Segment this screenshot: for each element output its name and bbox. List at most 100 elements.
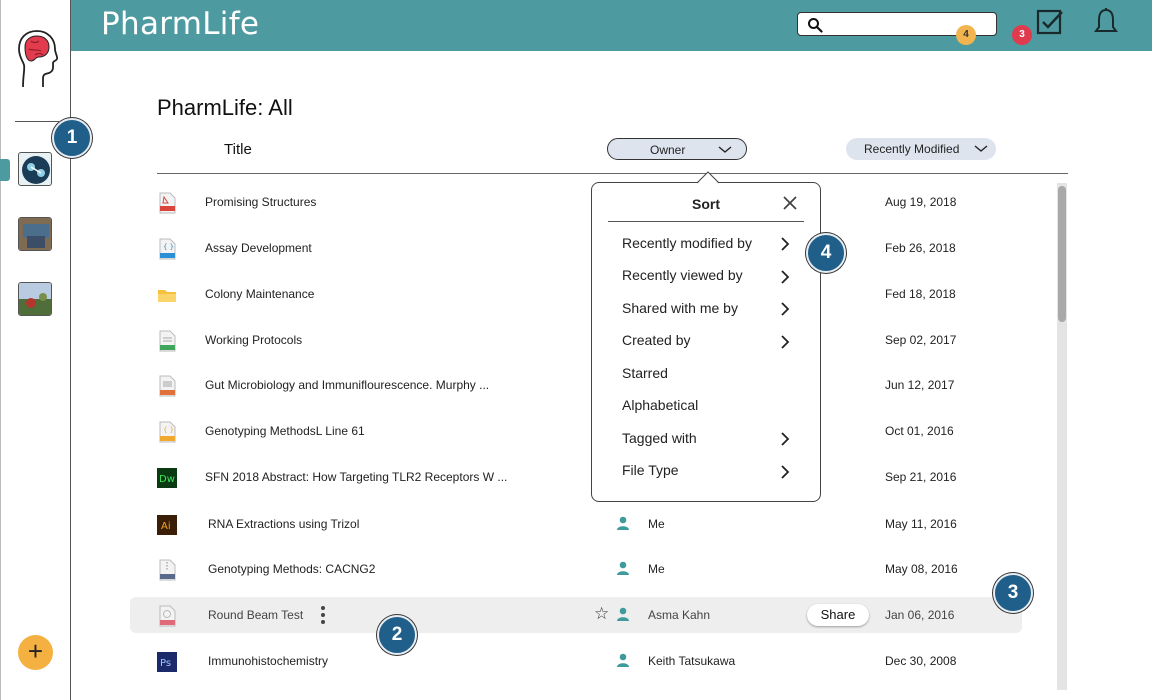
row-date: Feb 26, 2018 bbox=[885, 241, 956, 255]
row-title: Genotyping Methods: CACNG2 bbox=[208, 562, 376, 576]
svg-text:Dw: Dw bbox=[159, 474, 175, 485]
row-title: Colony Maintenance bbox=[205, 287, 315, 301]
star-icon[interactable]: ☆ bbox=[594, 605, 609, 623]
sort-option-recently-modified-by[interactable]: Recently modified by bbox=[622, 235, 752, 251]
top-header: PharmLife bbox=[71, 0, 1152, 51]
row-title: Promising Structures bbox=[205, 195, 317, 209]
svg-text:Ps: Ps bbox=[160, 658, 171, 669]
sort-option-file-type[interactable]: File Type bbox=[622, 462, 679, 478]
row-owner: Keith Tatsukawa bbox=[648, 654, 736, 668]
sort-dropdown[interactable]: Recently Modified bbox=[846, 138, 996, 160]
row-date: Jun 12, 2017 bbox=[885, 378, 955, 392]
table-row-hovered[interactable]: Round Beam Test ☆ Asma Kahn Share Jan 06… bbox=[130, 597, 1022, 633]
user-icon bbox=[617, 607, 629, 621]
sort-option-shared-with-me-by[interactable]: Shared with me by bbox=[622, 300, 738, 316]
title-column-header: Title bbox=[224, 141, 252, 158]
row-date: Dec 30, 2008 bbox=[885, 654, 957, 668]
table-row[interactable]: Colony Maintenance Fed 18, 2018 bbox=[130, 276, 1022, 312]
close-icon[interactable] bbox=[781, 194, 799, 212]
row-title: Round Beam Test bbox=[208, 608, 304, 622]
callout-marker-3: 3 bbox=[993, 573, 1033, 613]
photoshop-icon: Ps bbox=[157, 652, 177, 672]
head-brain-logo-icon bbox=[18, 30, 59, 88]
bell-icon[interactable] bbox=[1091, 7, 1121, 39]
workspace-outdoor-thumb[interactable] bbox=[18, 282, 52, 316]
popup-caret-icon bbox=[697, 171, 719, 184]
sort-popup: Sort Recently modified by Recently viewe… bbox=[591, 182, 821, 502]
css-file-icon: { } bbox=[159, 238, 176, 260]
callout-marker-1: 1 bbox=[52, 118, 92, 158]
row-date: Jan 06, 2016 bbox=[885, 608, 955, 622]
user-icon bbox=[617, 561, 629, 575]
chevron-down-icon bbox=[718, 146, 732, 153]
sort-dropdown-label: Recently Modified bbox=[864, 142, 960, 156]
table-row[interactable]: { } Assay Development Feb 26, 2018 bbox=[130, 230, 1022, 266]
row-title: Immunohistochemistry bbox=[208, 654, 329, 668]
ppt-file-icon bbox=[159, 375, 176, 397]
chevron-down-icon bbox=[974, 145, 988, 152]
share-button[interactable]: Share bbox=[807, 604, 869, 626]
row-title: SFN 2018 Abstract: How Targeting TLR2 Re… bbox=[205, 470, 508, 484]
chevron-right-icon bbox=[781, 335, 790, 349]
xls-file-icon bbox=[159, 330, 176, 352]
row-title: Gut Microbiology and Immuniflourescence.… bbox=[205, 378, 490, 392]
chevron-right-icon bbox=[781, 465, 790, 479]
table-row[interactable]: Ps Immunohistochemistry Keith Tatsukawa … bbox=[130, 643, 1022, 679]
table-row[interactable]: Promising Structures Aug 19, 2018 bbox=[130, 184, 1022, 220]
row-date: May 08, 2016 bbox=[885, 562, 958, 576]
chevron-right-icon bbox=[781, 237, 790, 251]
scrollbar-thumb[interactable] bbox=[1058, 186, 1066, 322]
user-icon bbox=[617, 516, 629, 530]
sort-option-created-by[interactable]: Created by bbox=[622, 332, 690, 348]
illustrator-icon: Ai bbox=[157, 515, 177, 535]
row-title: RNA Extractions using Trizol bbox=[208, 517, 360, 531]
row-date: Fed 18, 2018 bbox=[885, 287, 956, 301]
sort-option-starred[interactable]: Starred bbox=[622, 365, 668, 381]
chevron-right-icon bbox=[781, 302, 790, 316]
outdoor-photo-icon bbox=[19, 283, 51, 315]
header-divider bbox=[157, 173, 1068, 174]
svg-text:Ai: Ai bbox=[161, 521, 171, 532]
table-row[interactable]: Gut Microbiology and Immuniflourescence.… bbox=[130, 367, 1022, 403]
row-title: Working Protocols bbox=[205, 333, 303, 347]
row-owner: Me bbox=[648, 517, 665, 531]
row-date: Oct 01, 2016 bbox=[885, 424, 954, 438]
sort-option-alphabetical[interactable]: Alphabetical bbox=[622, 397, 698, 413]
molecule-icon bbox=[22, 156, 50, 184]
table-row[interactable]: Dw SFN 2018 Abstract: How Targeting TLR2… bbox=[130, 459, 1022, 495]
user-icon bbox=[617, 653, 629, 667]
zip-file-icon bbox=[159, 559, 176, 581]
owner-dropdown[interactable]: Owner bbox=[607, 138, 747, 160]
table-row[interactable]: Ai RNA Extractions using Trizol Me May 1… bbox=[130, 506, 1022, 542]
tasks-checkbox-icon[interactable] bbox=[1035, 8, 1065, 38]
folder-icon bbox=[158, 290, 176, 302]
app-title: PharmLife bbox=[101, 6, 260, 42]
workspace-molecule-thumb[interactable] bbox=[18, 152, 52, 186]
sort-option-tagged-with[interactable]: Tagged with bbox=[622, 430, 697, 446]
table-row[interactable]: { } Genotyping MethodsL Line 61 Oct 01, … bbox=[130, 413, 1022, 449]
tasks-count-badge: 4 bbox=[956, 25, 976, 45]
sort-option-recently-viewed-by[interactable]: Recently viewed by bbox=[622, 267, 743, 283]
lab-photo-icon bbox=[19, 218, 51, 250]
row-date: Aug 19, 2018 bbox=[885, 195, 957, 209]
table-row[interactable]: Working Protocols Sep 02, 2017 bbox=[130, 322, 1022, 358]
sort-popup-divider bbox=[608, 221, 804, 222]
row-owner: Asma Kahn bbox=[648, 608, 711, 622]
add-workspace-button[interactable]: + bbox=[18, 635, 53, 670]
workspace-lab-thumb[interactable] bbox=[18, 217, 52, 251]
row-date: Sep 21, 2016 bbox=[885, 470, 957, 484]
js-file-icon: { } bbox=[159, 421, 176, 443]
row-title: Genotyping MethodsL Line 61 bbox=[205, 424, 365, 438]
svg-text:{ }: { } bbox=[163, 243, 174, 251]
svg-text:{ }: { } bbox=[163, 426, 174, 434]
row-date: Sep 02, 2017 bbox=[885, 333, 957, 347]
table-row[interactable]: Genotyping Methods: CACNG2 Me May 08, 20… bbox=[130, 551, 1022, 587]
owner-dropdown-label: Owner bbox=[650, 143, 686, 157]
search-icon bbox=[808, 18, 823, 33]
dreamweaver-icon: Dw bbox=[157, 468, 177, 488]
row-owner: Me bbox=[648, 562, 665, 576]
left-rail bbox=[0, 0, 71, 700]
rail-divider bbox=[15, 121, 59, 122]
callout-marker-2: 2 bbox=[377, 615, 417, 655]
more-options-icon[interactable] bbox=[320, 605, 326, 625]
